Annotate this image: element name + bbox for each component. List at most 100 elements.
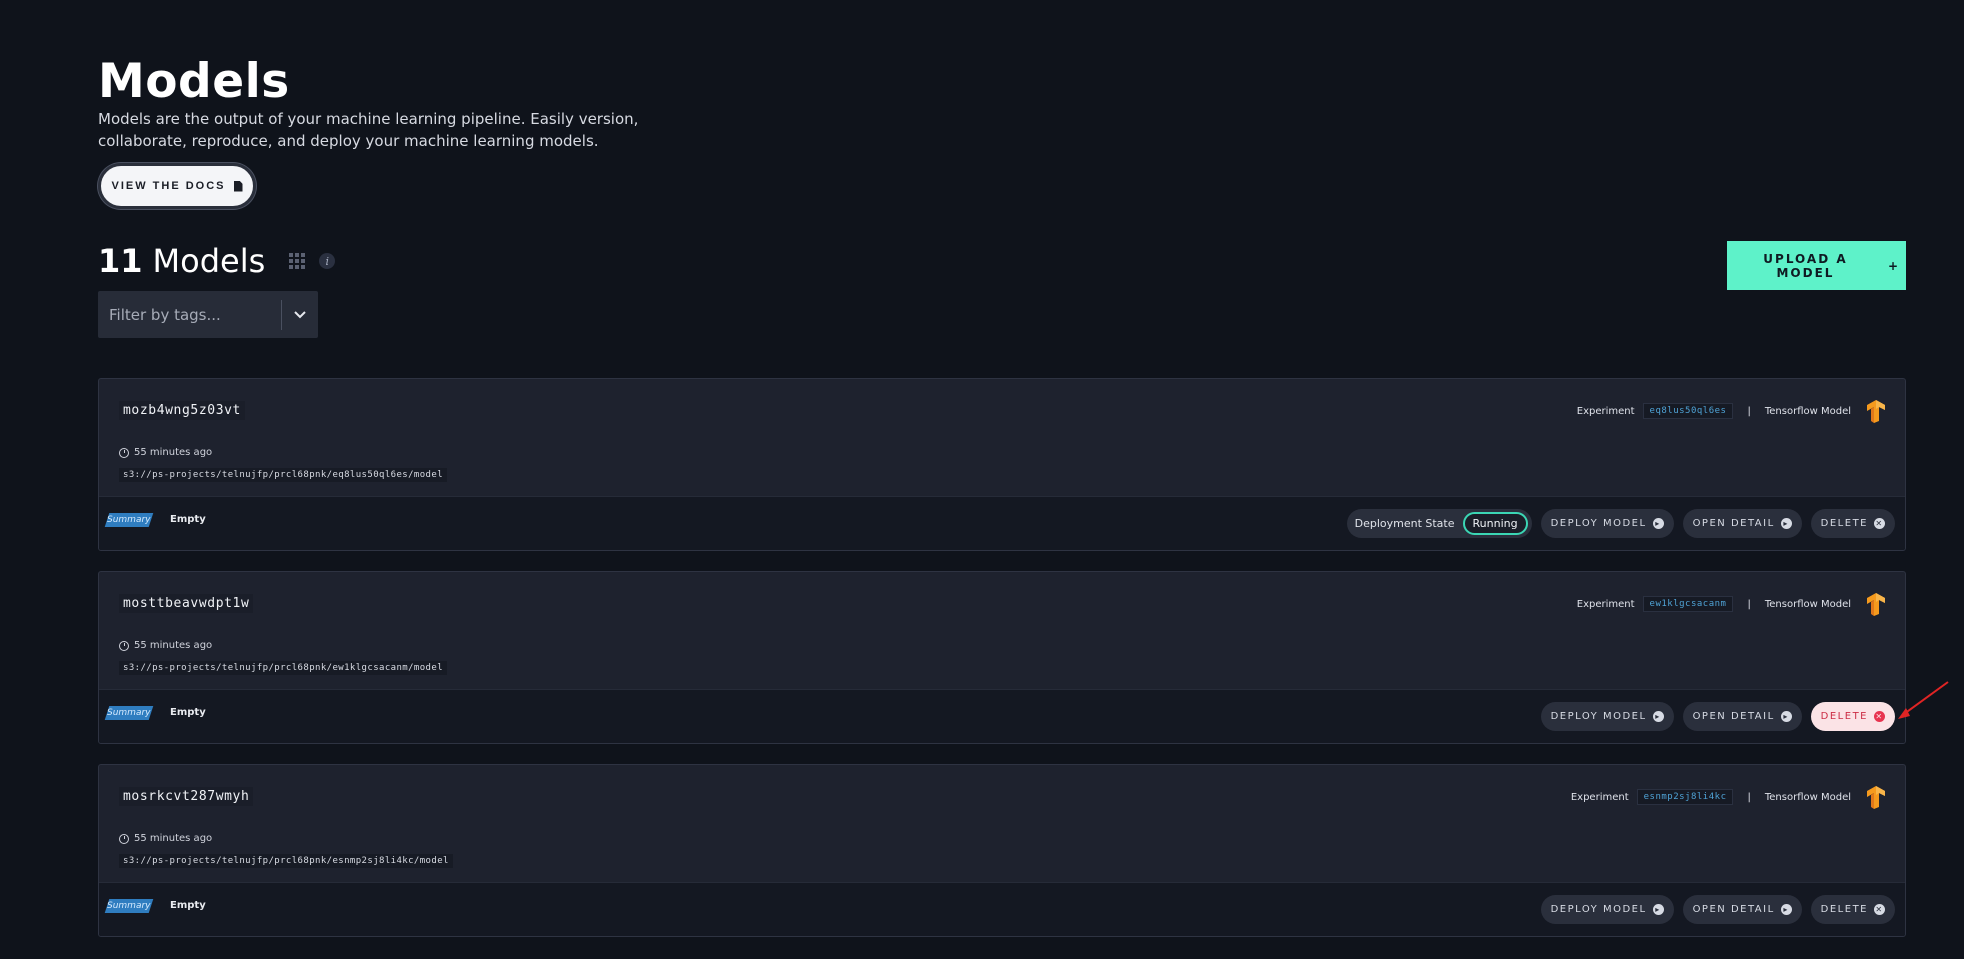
tag-value: Empty [170, 514, 206, 525]
delete-button-label: DELETE [1820, 518, 1868, 529]
chevron-down-icon[interactable] [282, 310, 318, 319]
upload-model-label: UPLOAD A MODEL [1763, 251, 1848, 280]
tag-label: Summary [104, 706, 154, 720]
open-detail-button-label: OPEN DETAIL [1692, 904, 1775, 915]
tag-value: Empty [170, 900, 206, 911]
model-type: Tensorflow Model [1764, 791, 1851, 803]
clock-icon [119, 833, 129, 844]
arrow-circle-right-icon: ▸ [1652, 904, 1664, 915]
model-id[interactable]: mosrkcvt287wmyh [119, 787, 254, 806]
model-path: s3://ps-projects/telnujfp/prcl68pnk/ew1k… [119, 661, 448, 675]
model-actions: Deployment State Running DEPLOY MODEL ▸ OPEN… [1346, 509, 1895, 538]
experiment-label: Experiment [1576, 598, 1635, 610]
meta-separator: | [1747, 598, 1751, 610]
deploy-model-button[interactable]: DEPLOY MODEL ▸ [1540, 509, 1674, 538]
model-actions: DEPLOY MODEL ▸ OPEN DETAIL ▸ DELETE ✕ [1540, 895, 1895, 924]
deploy-model-button-label: DEPLOY MODEL [1550, 711, 1647, 722]
tag-value: Empty [170, 707, 206, 718]
model-card-header: mozb4wng5z03vt 55 minutes ago s3://ps-pr… [99, 379, 1905, 498]
model-type: Tensorflow Model [1764, 405, 1851, 417]
open-detail-button[interactable]: OPEN DETAIL ▸ [1682, 509, 1802, 538]
tag-text: Summary [107, 515, 151, 525]
model-created-time: 55 minutes ago [134, 640, 213, 651]
grid-icon[interactable] [289, 253, 306, 269]
delete-button-label: DELETE [1820, 711, 1868, 722]
deploy-model-button[interactable]: DEPLOY MODEL ▸ [1540, 702, 1674, 731]
tensorflow-icon [1867, 593, 1885, 616]
model-created: 55 minutes ago [119, 447, 212, 458]
model-created: 55 minutes ago [119, 640, 212, 651]
experiment-label: Experiment [1576, 405, 1635, 417]
models-count-label: Models [152, 242, 266, 280]
tag-text: Summary [107, 708, 151, 718]
deployment-state-label: Deployment State [1354, 517, 1455, 530]
red-arrow-icon [1898, 681, 1949, 719]
model-type: Tensorflow Model [1764, 598, 1851, 610]
clock-icon [119, 447, 129, 458]
view-docs-label: VIEW THE DOCS [111, 180, 226, 192]
model-path: s3://ps-projects/telnujfp/prcl68pnk/esnm… [119, 854, 453, 868]
deploy-model-button[interactable]: DEPLOY MODEL ▸ [1540, 895, 1674, 924]
plus-icon: + [1887, 258, 1900, 273]
tag-text: Summary [107, 901, 151, 911]
close-circle-icon: ✕ [1874, 904, 1885, 915]
tag-filter-input[interactable] [98, 304, 281, 325]
arrow-circle-right-icon: ▸ [1780, 711, 1792, 722]
arrow-circle-right-icon: ▸ [1780, 904, 1792, 915]
model-created: 55 minutes ago [119, 833, 212, 844]
delete-button-label: DELETE [1820, 904, 1868, 915]
tensorflow-icon [1867, 786, 1885, 809]
upload-model-button[interactable]: UPLOAD A MODEL + [1727, 241, 1906, 290]
model-meta: Experiment ew1klgcsacanm | Tensorflow Mo… [1577, 592, 1887, 616]
model-id[interactable]: mozb4wng5z03vt [119, 401, 245, 420]
models-count: 11 [98, 242, 143, 280]
open-detail-button-label: OPEN DETAIL [1692, 711, 1775, 722]
delete-button[interactable]: DELETE ✕ [1810, 895, 1895, 924]
open-detail-button[interactable]: OPEN DETAIL ▸ [1682, 702, 1802, 731]
model-meta: Experiment eq8lus50ql6es | Tensorflow Mo… [1577, 399, 1887, 423]
page-description: Models are the output of your machine le… [98, 110, 639, 150]
experiment-label: Experiment [1570, 791, 1629, 803]
close-circle-icon: ✕ [1874, 711, 1885, 722]
deploy-model-button-label: DEPLOY MODEL [1550, 904, 1647, 915]
arrow-circle-right-icon: ▸ [1780, 518, 1792, 529]
model-meta: Experiment esnmp2sj8li4kc | Tensorflow M… [1571, 785, 1887, 809]
model-card: mosttbeavwdpt1w 55 minutes ago s3://ps-p… [98, 571, 1906, 744]
model-card: mozb4wng5z03vt 55 minutes ago s3://ps-pr… [98, 378, 1906, 551]
model-card-header: mosttbeavwdpt1w 55 minutes ago s3://ps-p… [99, 572, 1905, 691]
model-card-footer: Summary Empty Deployment State Running DEP… [99, 496, 1905, 550]
experiment-id[interactable]: ew1klgcsacanm [1642, 596, 1734, 612]
deploy-model-button-label: DEPLOY MODEL [1550, 518, 1647, 529]
experiment-id[interactable]: esnmp2sj8li4kc [1636, 789, 1734, 805]
model-card-footer: Summary Empty DEPLOY MODEL ▸ OPEN DETAIL ▸ D… [99, 882, 1905, 936]
models-count-row: 11 Models i [98, 242, 336, 280]
document-icon [233, 180, 243, 192]
open-detail-button[interactable]: OPEN DETAIL ▸ [1682, 895, 1802, 924]
model-id[interactable]: mosttbeavwdpt1w [119, 594, 254, 613]
view-docs-button[interactable]: VIEW THE DOCS [98, 163, 256, 209]
deployment-state: Deployment State Running [1346, 509, 1532, 538]
model-path: s3://ps-projects/telnujfp/prcl68pnk/eq8l… [119, 468, 448, 482]
model-card-header: mosrkcvt287wmyh 55 minutes ago s3://ps-p… [99, 765, 1905, 884]
tensorflow-icon [1867, 400, 1885, 423]
model-created-time: 55 minutes ago [134, 447, 213, 458]
model-card-footer: Summary Empty DEPLOY MODEL ▸ OPEN DETAIL ▸ D… [99, 689, 1905, 743]
clock-icon [119, 640, 129, 651]
arrow-circle-right-icon: ▸ [1652, 711, 1664, 722]
experiment-id[interactable]: eq8lus50ql6es [1642, 403, 1734, 419]
delete-button[interactable]: DELETE ✕ [1810, 509, 1895, 538]
meta-separator: | [1747, 405, 1751, 417]
deployment-status-badge: Running [1462, 512, 1528, 535]
open-detail-button-label: OPEN DETAIL [1692, 518, 1775, 529]
close-circle-icon: ✕ [1874, 518, 1885, 529]
model-created-time: 55 minutes ago [134, 833, 213, 844]
info-icon[interactable]: i [319, 253, 336, 269]
arrow-circle-right-icon: ▸ [1652, 518, 1664, 529]
model-actions: DEPLOY MODEL ▸ OPEN DETAIL ▸ DELETE ✕ [1540, 702, 1895, 731]
tag-filter[interactable] [98, 291, 318, 338]
meta-separator: | [1747, 791, 1751, 803]
model-card: mosrkcvt287wmyh 55 minutes ago s3://ps-p… [98, 764, 1906, 937]
delete-button[interactable]: DELETE ✕ [1810, 702, 1895, 731]
page-title: Models [98, 54, 290, 109]
tag-label: Summary [104, 899, 154, 913]
